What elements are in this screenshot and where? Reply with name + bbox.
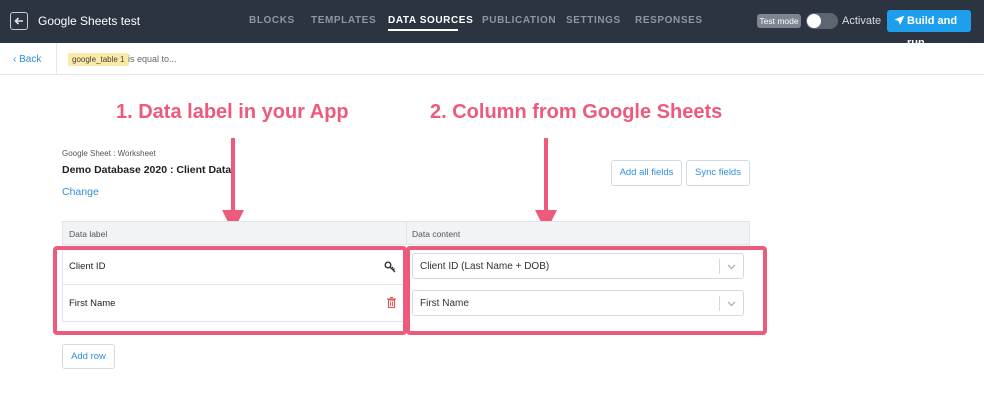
activate-toggle[interactable] [806,13,838,29]
table-header: Data label Data content [62,221,750,245]
highlight-data-label [53,246,407,335]
divider [56,43,57,75]
highlight-data-content [406,246,767,335]
nav-data-sources[interactable]: DATA SOURCES [388,15,473,26]
arrow-down-right [535,138,557,232]
arrow-down-left [222,138,244,232]
annotation-data-label: 1. Data label in your App [116,101,349,123]
test-mode-badge: Test mode [757,14,801,28]
nav-blocks[interactable]: BLOCKS [249,15,295,26]
top-bar: Google Sheets test BLOCKS TEMPLATES DATA… [0,0,984,49]
nav-publication[interactable]: PUBLICATION [482,15,556,26]
sheet-caption: Google Sheet : Worksheet [62,149,156,158]
build-and-run-button[interactable]: Build and run [887,10,971,49]
change-link[interactable]: Change [62,186,99,198]
sync-fields-button[interactable]: Sync fields [686,160,750,186]
activate-label: Activate [842,15,882,27]
back-link[interactable]: ‹ Back [13,54,41,65]
column-divider [406,222,407,244]
sub-bar: ‹ Back google_table 1 is equal to... [0,43,984,75]
condition-text: is equal to... [128,54,177,64]
add-all-fields-button[interactable]: Add all fields [611,160,682,186]
paper-plane-icon [894,15,905,25]
nav-settings[interactable]: SETTINGS [566,15,621,26]
app-title: Google Sheets test [38,14,141,28]
toggle-knob [807,14,821,28]
exit-icon[interactable] [10,12,28,30]
active-tab-indicator [388,29,458,31]
nav-templates[interactable]: TEMPLATES [311,15,376,26]
annotation-google-column: 2. Column from Google Sheets [430,101,723,123]
add-row-button[interactable]: Add row [62,344,115,369]
column-header-data-label: Data label [69,229,108,239]
column-header-data-content: Data content [412,229,461,239]
table-tag: google_table 1 [68,53,129,66]
sheet-name: Demo Database 2020 : Client Data [62,164,232,176]
nav-responses[interactable]: RESPONSES [635,15,703,26]
